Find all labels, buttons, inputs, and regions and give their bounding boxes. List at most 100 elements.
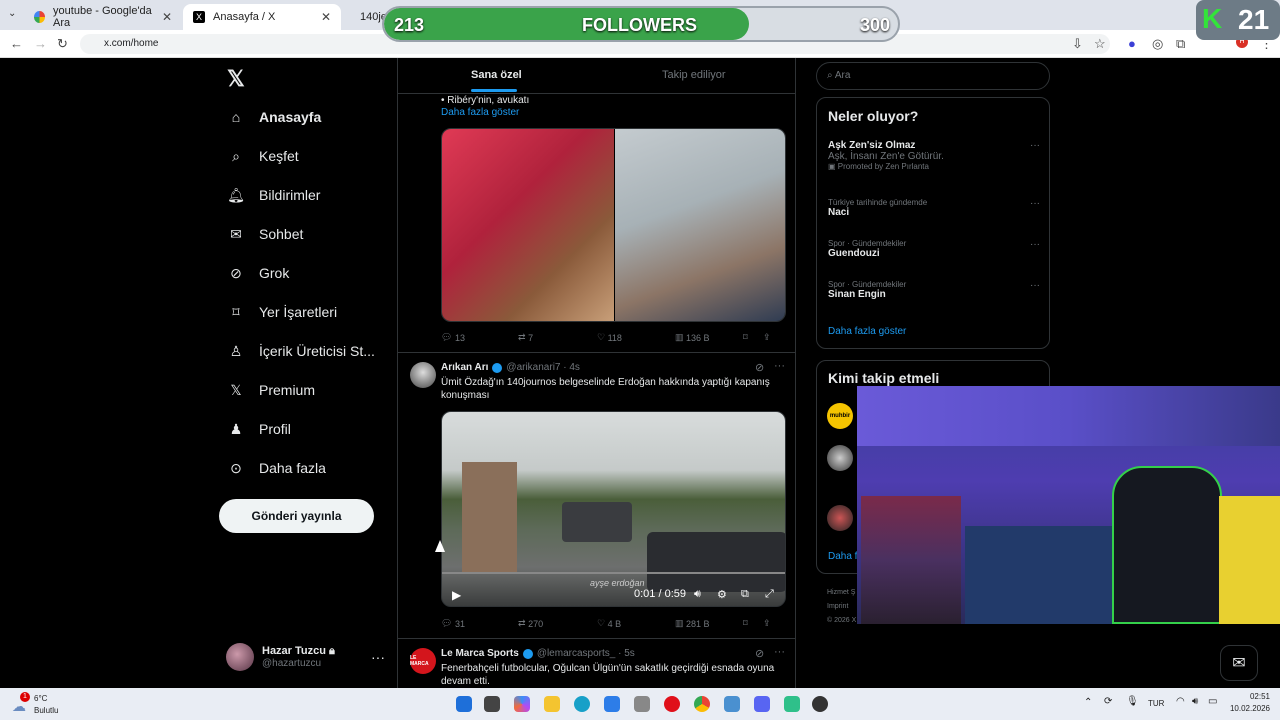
repost-button[interactable]: ⇄ 270: [518, 618, 597, 629]
show-more-link[interactable]: Daha fazla göster: [441, 107, 519, 118]
volume-icon[interactable]: 🔊︎: [694, 588, 701, 601]
show-more-link[interactable]: Daha f: [828, 551, 857, 562]
nav-more[interactable]: ⊙ Daha fazla: [227, 459, 326, 477]
reload-icon[interactable]: ↻: [57, 36, 68, 52]
tab-x-home[interactable]: X Anasayfa / X ✕: [183, 4, 341, 30]
chrome-icon[interactable]: [694, 696, 710, 712]
back-icon[interactable]: ←: [10, 36, 23, 51]
views-button[interactable]: ▥ 281 B: [675, 618, 743, 629]
share-button[interactable]: ⇪: [763, 332, 771, 343]
more-icon[interactable]: ···: [1030, 239, 1040, 250]
language-indicator[interactable]: TUR: [1148, 699, 1164, 708]
nav-profile[interactable]: ♟ Profil: [227, 420, 291, 438]
tab-following[interactable]: Takip ediliyor: [662, 69, 726, 81]
author-handle[interactable]: @lemarcasports_: [537, 648, 616, 659]
author-name[interactable]: Le Marca Sports: [441, 648, 519, 659]
video-progress[interactable]: [442, 572, 785, 574]
close-tab-icon[interactable]: ✕: [321, 10, 331, 24]
task-view-icon[interactable]: [484, 696, 500, 712]
nav-bookmarks[interactable]: ⌑ Yer İşaretleri: [227, 303, 337, 321]
more-icon[interactable]: ···: [1030, 140, 1040, 151]
tray-icon[interactable]: ⟳: [1104, 696, 1112, 707]
more-icon[interactable]: ···: [774, 646, 785, 658]
nav-explore[interactable]: ⌕ Keşfet: [227, 147, 299, 165]
install-icon[interactable]: ⇩: [1072, 36, 1083, 52]
bookmark-button[interactable]: ⌑: [743, 332, 763, 343]
like-button[interactable]: ♡ 4 B: [597, 618, 675, 629]
extension-icon[interactable]: ◎: [1152, 36, 1163, 52]
play-icon[interactable]: ▶: [452, 588, 461, 602]
more-icon[interactable]: ···: [371, 649, 385, 665]
author-handle[interactable]: @arikanari7: [506, 362, 560, 373]
tweet-time[interactable]: · 5s: [618, 648, 635, 659]
tray-overflow-icon[interactable]: ⌃: [1084, 697, 1092, 708]
nav-grok[interactable]: ⊘ Grok: [227, 264, 289, 282]
bookmark-button[interactable]: ⌑: [743, 618, 763, 629]
opera-icon[interactable]: [664, 696, 680, 712]
tab-youtube[interactable]: 140je: [342, 4, 387, 30]
nav-home[interactable]: ⌂ Anasayfa: [227, 108, 322, 126]
repost-button[interactable]: ⇄ 7: [518, 332, 597, 343]
settings-icon[interactable]: ⚙: [717, 588, 727, 601]
trend-item[interactable]: Aşk Zen'siz Olmaz Aşk, İnsanı Zen'e Götü…: [828, 140, 1040, 171]
avatar[interactable]: muhbir: [827, 403, 853, 429]
fullscreen-icon[interactable]: ⤢: [765, 588, 774, 601]
bookmark-star-icon[interactable]: ☆: [1094, 36, 1106, 52]
avatar[interactable]: [410, 362, 436, 388]
app-icon[interactable]: [634, 696, 650, 712]
app-icon[interactable]: [812, 696, 828, 712]
search-input[interactable]: ⌕ Ara: [816, 62, 1050, 90]
more-icon[interactable]: ···: [774, 360, 785, 372]
tab-for-you[interactable]: Sana özel: [471, 69, 522, 92]
grok-icon[interactable]: ⊘: [755, 361, 764, 374]
nav-chat[interactable]: ✉ Sohbet: [227, 225, 303, 243]
copilot-icon[interactable]: [514, 696, 530, 712]
battery-icon[interactable]: ▭: [1208, 696, 1217, 707]
account-switcher[interactable]: Hazar Tuzcu 🔒︎ @hazartuzcu ···: [226, 643, 385, 671]
reply-button[interactable]: 💬︎ 31: [441, 618, 518, 629]
x-logo-icon[interactable]: 𝕏: [227, 66, 245, 92]
close-tab-icon[interactable]: ✕: [162, 10, 172, 24]
pip-icon[interactable]: ⧉: [741, 588, 749, 601]
volume-icon[interactable]: 🔊︎: [1192, 696, 1198, 707]
tab-list-chevron-icon[interactable]: ⌄: [8, 8, 16, 19]
trend-item[interactable]: Türkiye tarihinde gündemde Naci ···: [828, 198, 1040, 218]
app-icon[interactable]: [724, 696, 740, 712]
like-button[interactable]: ♡ 118: [597, 332, 675, 343]
file-explorer-icon[interactable]: [544, 696, 560, 712]
tab-google-search[interactable]: youtube - Google'da Ara ✕: [24, 4, 182, 30]
messages-button[interactable]: ✉: [1220, 645, 1258, 681]
tweet-video[interactable]: ayşe erdoğan ▶ 0:01 / 0:59 🔊︎ ⚙ ⧉ ⤢: [441, 411, 786, 607]
views-button[interactable]: ▥ 136 B: [675, 332, 743, 343]
microphone-icon[interactable]: 🎙︎: [1126, 696, 1139, 707]
wifi-icon[interactable]: ◠: [1176, 696, 1185, 707]
store-icon[interactable]: [604, 696, 620, 712]
discord-icon[interactable]: [754, 696, 770, 712]
trend-item[interactable]: Spor · Gündemdekiler Guendouzi ···: [828, 239, 1040, 259]
forward-icon[interactable]: →: [34, 36, 47, 51]
more-icon[interactable]: ···: [1030, 280, 1040, 291]
grok-icon[interactable]: ⊘: [755, 647, 764, 660]
windows-start-icon[interactable]: [456, 696, 472, 712]
nav-premium[interactable]: 𝕏 Premium: [227, 381, 315, 399]
edge-icon[interactable]: [574, 696, 590, 712]
app-icon[interactable]: [784, 696, 800, 712]
extension-icon[interactable]: ●: [1128, 36, 1136, 51]
tweet-time[interactable]: · 4s: [563, 362, 580, 373]
trend-item[interactable]: Spor · Gündemdekiler Sinan Engin ···: [828, 280, 1040, 300]
extensions-puzzle-icon[interactable]: ⧉: [1176, 36, 1185, 52]
avatar[interactable]: LE MARCA: [410, 648, 436, 674]
clock[interactable]: 02:51 10.02.2026: [1228, 692, 1270, 713]
footer-link[interactable]: Imprint: [827, 600, 856, 614]
show-more-link[interactable]: Daha fazla göster: [828, 326, 906, 337]
footer-link[interactable]: Hizmet Ş: [827, 586, 856, 600]
tweet-image[interactable]: [441, 128, 786, 322]
nav-notifications[interactable]: 🔔︎ Bildirimler: [227, 186, 320, 204]
avatar[interactable]: [827, 505, 853, 531]
author-name[interactable]: Arıkan Arı: [441, 362, 488, 373]
avatar[interactable]: [827, 445, 853, 471]
post-button[interactable]: Gönderi yayınla: [219, 499, 374, 533]
more-icon[interactable]: ···: [1030, 198, 1040, 209]
nav-creator-studio[interactable]: ♙ İçerik Üreticisi St...: [227, 342, 375, 360]
share-button[interactable]: ⇪: [763, 618, 771, 629]
